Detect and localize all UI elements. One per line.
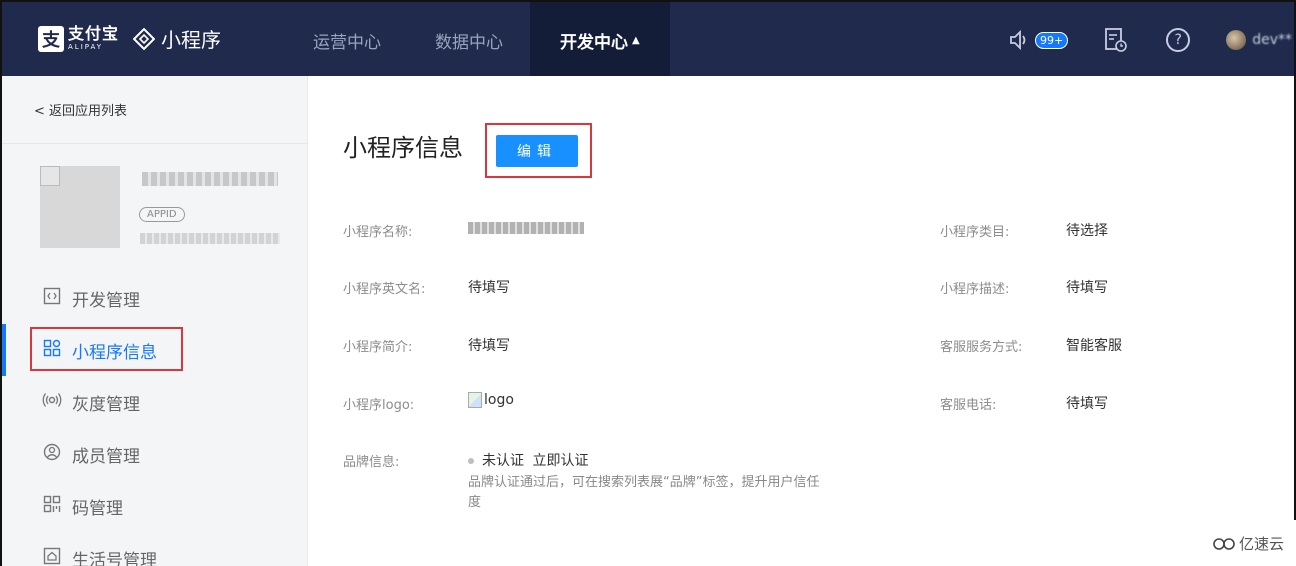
sidebar-item-label: 灰度管理 <box>72 394 140 415</box>
status-dot <box>468 458 474 464</box>
miniprogram-logo-icon <box>133 27 156 50</box>
main-nav: 运营中心 数据中心 开发中心 ▲ <box>286 2 670 78</box>
watermark-text: 亿速云 <box>1238 535 1284 553</box>
brand-description: 品牌认证通过后，可在搜索列表展“品牌”标签，提升用户信任度 <box>468 475 820 510</box>
username: dev** <box>1252 32 1292 48</box>
alipay-wordmark: 支付宝 ALIPAY <box>68 26 119 51</box>
document-clock-icon <box>1105 28 1128 52</box>
broadcast-icon <box>42 391 62 413</box>
app-name-redacted <box>142 172 278 186</box>
certify-now-link[interactable]: 立即认证 <box>532 453 588 469</box>
header-actions: 99+ ? dev** <box>1009 2 1294 78</box>
app-thumbnail <box>40 166 120 248</box>
field-label-category: 小程序类目: <box>940 225 1010 240</box>
field-value-category: 待选择 <box>1066 223 1108 239</box>
notifications-button[interactable]: 99+ <box>1009 29 1069 51</box>
field-value-service-phone: 待填写 <box>1066 396 1108 412</box>
appid-tag: APPID <box>139 207 185 222</box>
nav-dev-center-label: 开发中心 <box>560 32 628 53</box>
sidebar-item-members[interactable]: 成员管理 <box>2 434 308 474</box>
sidebar-item-life-account[interactable]: 生活号管理 <box>2 538 308 566</box>
home-icon <box>42 547 62 566</box>
sidebar-item-label: 开发管理 <box>72 290 140 311</box>
nav-data-center[interactable]: 数据中心 <box>408 2 530 78</box>
field-label-service-mode: 客服服务方式: <box>940 340 1023 355</box>
sidebar-item-gray-release[interactable]: 灰度管理 <box>2 382 308 422</box>
appid-value-redacted <box>140 233 280 244</box>
user-icon <box>42 443 62 465</box>
avatar <box>1226 30 1247 50</box>
brand-status: 未认证 立即认证 <box>468 450 588 470</box>
sidebar-item-label: 码管理 <box>72 498 123 519</box>
sidebar-item-code-management[interactable]: 码管理 <box>2 486 308 526</box>
code-icon <box>42 287 62 309</box>
alipay-name-en: ALIPAY <box>68 43 104 51</box>
help-icon: ? <box>1166 28 1191 52</box>
brand-logo[interactable]: 支 支付宝 ALIPAY 小程序 <box>38 24 221 53</box>
logo-image: logo <box>468 392 514 408</box>
field-value-description: 待填写 <box>1066 280 1108 296</box>
highlight-box-sidebar <box>30 327 183 371</box>
alipay-logo-icon: 支 <box>38 25 64 52</box>
sidebar-item-label: 生活号管理 <box>72 550 157 566</box>
alipay-name-cn: 支付宝 <box>68 24 120 43</box>
nav-operations-center[interactable]: 运营中心 <box>286 2 408 78</box>
field-value-english-name: 待填写 <box>468 280 510 296</box>
broken-image-icon <box>468 392 482 408</box>
field-label-description: 小程序描述: <box>940 282 1010 297</box>
field-label-brand: 品牌信息: <box>343 455 400 470</box>
caret-up-icon: ▲ <box>632 34 640 46</box>
sidebar-item-dev-management[interactable]: 开发管理 <box>2 278 308 318</box>
page-title: 小程序信息 <box>343 134 463 162</box>
field-value-name-redacted <box>468 222 584 234</box>
nav-dev-center[interactable]: 开发中心 ▲ <box>530 2 670 78</box>
sidebar-item-label: 成员管理 <box>72 446 140 467</box>
top-navigation-bar: 支 支付宝 ALIPAY 小程序 运营中心 数据中心 开发中心 ▲ 99+ ? … <box>0 0 1296 78</box>
field-label-service-phone: 客服电话: <box>940 398 997 413</box>
user-menu[interactable]: dev** <box>1226 30 1292 50</box>
back-to-app-list-link[interactable]: < 返回应用列表 <box>34 100 127 119</box>
watermark: 亿速云 <box>1212 533 1284 554</box>
field-value-service-mode: 智能客服 <box>1066 338 1122 354</box>
product-title: 小程序 <box>161 28 222 52</box>
help-button[interactable]: ? <box>1166 28 1191 52</box>
cloud-logo-icon <box>1213 537 1235 550</box>
qrcode-icon <box>42 495 62 517</box>
app-thumbnail-placeholder <box>40 166 60 186</box>
sidebar: < 返回应用列表 APPID 开发管理 小程序信息 灰度管理 成员管理 码管理 … <box>0 76 308 566</box>
field-label-intro: 小程序简介: <box>343 340 413 355</box>
brand-status-text: 未认证 <box>482 453 524 469</box>
field-label-english-name: 小程序英文名: <box>343 282 426 297</box>
sidebar-divider <box>2 143 308 144</box>
speaker-icon <box>1010 29 1026 51</box>
main-content: 小程序信息 编辑 小程序名称: 小程序英文名: 待填写 小程序简介: 待填写 小… <box>309 76 1296 566</box>
logo-alt-text: logo <box>484 392 514 408</box>
highlight-box-edit <box>485 123 592 178</box>
field-label-name: 小程序名称: <box>343 225 413 240</box>
field-value-intro: 待填写 <box>468 338 510 354</box>
notification-badge: 99+ <box>1034 31 1069 49</box>
field-label-logo: 小程序logo: <box>343 398 415 413</box>
tasks-button[interactable] <box>1104 27 1128 53</box>
